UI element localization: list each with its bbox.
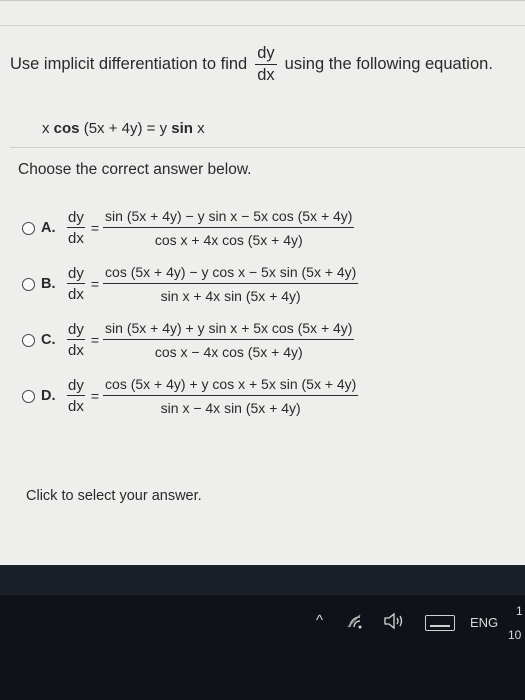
- radio-b[interactable]: [22, 277, 35, 291]
- keyboard-icon[interactable]: [425, 615, 455, 631]
- dydx-num: dy: [67, 209, 85, 228]
- option-dydx: dy dx: [67, 266, 85, 302]
- option-letter: A.: [41, 220, 56, 236]
- given-equation: x cos (5x + 4y) = y sin x: [42, 120, 205, 137]
- dydx-den: dx: [68, 286, 84, 303]
- dydx-num: dy: [67, 265, 85, 284]
- equation-cos: cos: [53, 120, 80, 137]
- dydx-den: dx: [68, 230, 84, 247]
- question-prefix: Use implicit differentiation to find: [10, 54, 248, 73]
- equals-sign: =: [90, 332, 100, 348]
- option-d[interactable]: D. dy dx = cos (5x + 4y) + y cos x + 5x s…: [22, 377, 359, 416]
- clock-date[interactable]: 10: [508, 628, 521, 642]
- taskbar: [0, 565, 525, 700]
- dy-dx-fraction: dy dx: [255, 45, 277, 84]
- expression-numerator: cos (5x + 4y) + y cos x + 5x sin (5x + 4…: [103, 377, 359, 396]
- option-letter: B.: [41, 276, 56, 292]
- radio-a[interactable]: [22, 221, 35, 235]
- radio-c[interactable]: [22, 333, 35, 347]
- option-letter: D.: [41, 388, 56, 404]
- expression-denominator: cos x + 4x cos (5x + 4y): [154, 232, 303, 248]
- select-instruction: Click to select your answer.: [26, 488, 202, 504]
- option-expression: cos (5x + 4y) + y cos x + 5x sin (5x + 4…: [103, 377, 359, 416]
- equals-sign: =: [90, 276, 100, 292]
- equals-sign: =: [90, 220, 100, 236]
- option-expression: sin (5x + 4y) + y sin x + 5x cos (5x + 4…: [103, 321, 355, 360]
- question-suffix: using the following equation.: [284, 54, 493, 73]
- expression-denominator: cos x − 4x cos (5x + 4y): [154, 344, 303, 360]
- quiz-screen: Use implicit differentiation to find dy …: [0, 0, 525, 566]
- question-text: Use implicit differentiation to find dy …: [10, 45, 493, 83]
- expression-numerator: cos (5x + 4y) − y cos x − 5x sin (5x + 4…: [103, 265, 359, 284]
- option-c[interactable]: C. dy dx = sin (5x + 4y) + y sin x + 5x c…: [22, 321, 355, 360]
- volume-icon[interactable]: [383, 612, 405, 630]
- option-dydx: dy dx: [67, 378, 85, 414]
- dydx-num: dy: [67, 377, 85, 396]
- expression-denominator: sin x + 4x sin (5x + 4y): [160, 288, 301, 304]
- expression-numerator: sin (5x + 4y) + y sin x + 5x cos (5x + 4…: [103, 321, 355, 340]
- fraction-numerator: dy: [255, 45, 277, 65]
- option-b[interactable]: B. dy dx = cos (5x + 4y) − y cos x − 5x s…: [22, 265, 359, 304]
- top-rule: [0, 25, 525, 26]
- expression-numerator: sin (5x + 4y) − y sin x − 5x cos (5x + 4…: [103, 209, 355, 228]
- choose-prompt: Choose the correct answer below.: [18, 161, 252, 178]
- equation-sin: sin: [171, 120, 193, 137]
- option-expression: sin (5x + 4y) − y sin x − 5x cos (5x + 4…: [103, 209, 355, 248]
- dydx-den: dx: [68, 398, 84, 415]
- option-a[interactable]: A. dy dx = sin (5x + 4y) − y sin x − 5x c…: [22, 209, 355, 248]
- option-letter: C.: [41, 332, 56, 348]
- section-divider: [10, 147, 525, 148]
- equation-lhs: x: [42, 120, 54, 137]
- wifi-icon[interactable]: [346, 613, 368, 629]
- equation-mid: (5x + 4y) = y: [79, 120, 172, 137]
- expression-denominator: sin x − 4x sin (5x + 4y): [160, 400, 301, 416]
- option-dydx: dy dx: [67, 322, 85, 358]
- dydx-num: dy: [67, 321, 85, 340]
- option-expression: cos (5x + 4y) − y cos x − 5x sin (5x + 4…: [103, 265, 359, 304]
- option-dydx: dy dx: [67, 210, 85, 246]
- equation-end: x: [192, 120, 205, 137]
- show-hidden-icons-chevron[interactable]: ^: [316, 612, 323, 629]
- language-indicator[interactable]: ENG: [470, 615, 498, 630]
- clock-time[interactable]: 1: [516, 604, 523, 618]
- dydx-den: dx: [68, 342, 84, 359]
- radio-d[interactable]: [22, 389, 35, 403]
- fraction-denominator: dx: [257, 65, 275, 84]
- equals-sign: =: [90, 388, 100, 404]
- taskbar-edge: [0, 565, 525, 595]
